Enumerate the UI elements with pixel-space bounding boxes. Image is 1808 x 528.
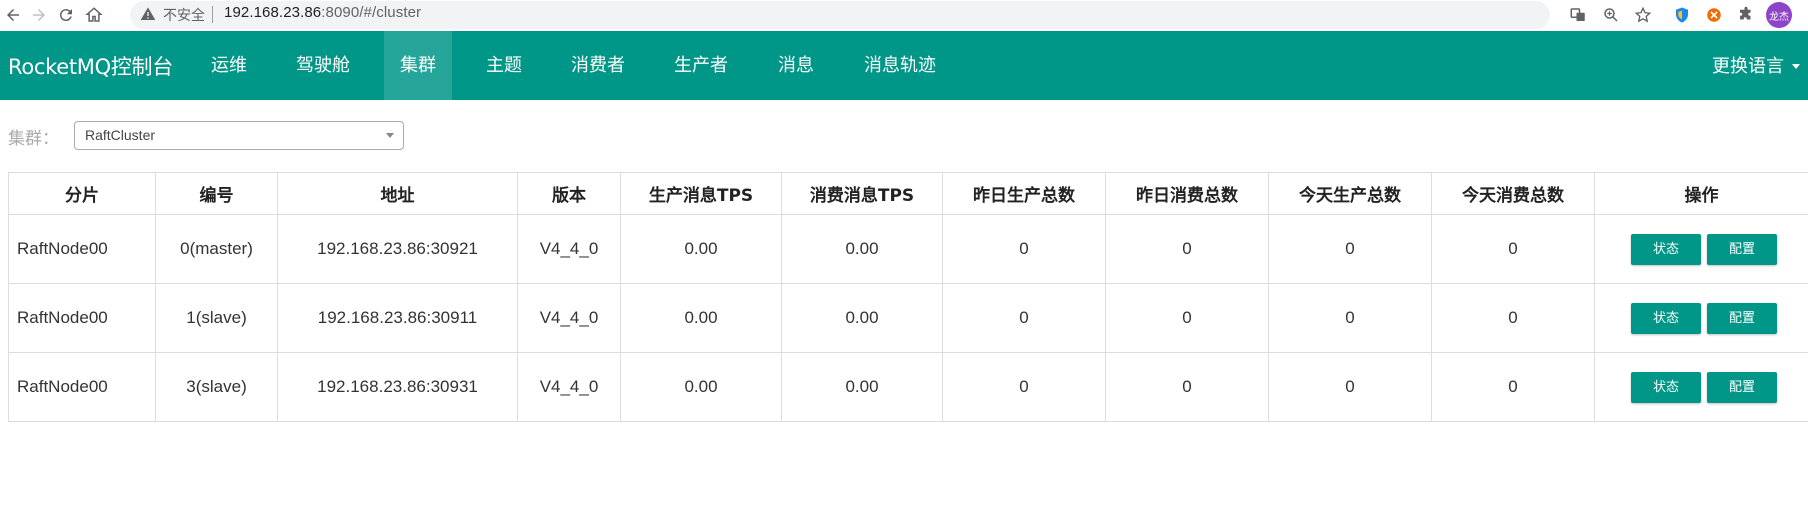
- url-path: :8090/#/cluster: [321, 4, 422, 21]
- url-separator: [212, 6, 213, 23]
- nav-item-cluster[interactable]: 集群: [384, 31, 452, 100]
- cluster-select[interactable]: RaftCluster: [74, 121, 404, 150]
- cluster-filter-label: 集群：: [8, 129, 59, 149]
- extension-shield-icon[interactable]: [1670, 3, 1694, 27]
- status-button[interactable]: 状态: [1631, 233, 1701, 265]
- translate-icon[interactable]: [1566, 3, 1590, 27]
- cell-yesterday-produce: 0: [942, 214, 1106, 284]
- column-header: 编号: [155, 172, 278, 215]
- broker-table: 分片 编号 地址 版本 生产消息TPS 消费消息TPS 昨日生产总数 昨日消费总…: [8, 172, 1808, 422]
- nav-item-dashboard[interactable]: 驾驶舱: [281, 31, 365, 100]
- cell-version: V4_4_0: [517, 352, 621, 422]
- nav-item-ops[interactable]: 运维: [195, 31, 263, 100]
- column-header: 昨日消费总数: [1105, 172, 1269, 215]
- cell-version: V4_4_0: [517, 214, 621, 284]
- cell-yesterday-consume: 0: [1105, 283, 1269, 353]
- column-header: 今天生产总数: [1268, 172, 1432, 215]
- dropdown-arrow-icon[interactable]: [386, 133, 394, 138]
- table-header-row: 分片 编号 地址 版本 生产消息TPS 消费消息TPS 昨日生产总数 昨日消费总…: [8, 172, 1808, 215]
- browser-toolbar: 不安全 192.168.23.86:8090/#/cluster 龙杰: [0, 0, 1808, 31]
- warning-icon[interactable]: [140, 6, 156, 22]
- reload-icon[interactable]: [53, 2, 79, 28]
- cell-consume-tps: 0.00: [781, 283, 943, 353]
- column-header: 分片: [8, 172, 156, 215]
- cell-yesterday-consume: 0: [1105, 352, 1269, 422]
- cluster-select-value: RaftCluster: [85, 127, 156, 143]
- column-header: 生产消息TPS: [620, 172, 782, 215]
- forward-icon[interactable]: [26, 2, 52, 28]
- column-header: 消费消息TPS: [781, 172, 943, 215]
- cell-id: 0(master): [155, 214, 278, 284]
- cell-produce-tps: 0.00: [620, 214, 782, 284]
- column-header: 昨日生产总数: [942, 172, 1106, 215]
- home-icon[interactable]: [81, 2, 107, 28]
- back-icon[interactable]: [0, 2, 26, 28]
- nav-item-message-trace[interactable]: 消息轨迹: [848, 31, 952, 100]
- bookmark-star-icon[interactable]: [1631, 3, 1655, 27]
- column-header: 操作: [1594, 172, 1808, 215]
- cell-yesterday-produce: 0: [942, 352, 1106, 422]
- cell-today-produce: 0: [1268, 352, 1432, 422]
- config-button[interactable]: 配置: [1707, 302, 1777, 334]
- cell-address: 192.168.23.86:30911: [277, 283, 518, 353]
- cell-address: 192.168.23.86:30931: [277, 352, 518, 422]
- url-text[interactable]: 192.168.23.86:8090/#/cluster: [224, 4, 421, 21]
- extensions-puzzle-icon[interactable]: [1734, 3, 1758, 27]
- nav-item-producer[interactable]: 生产者: [659, 31, 743, 100]
- status-button[interactable]: 状态: [1631, 302, 1701, 334]
- config-button[interactable]: 配置: [1707, 233, 1777, 265]
- cell-consume-tps: 0.00: [781, 352, 943, 422]
- nav-item-consumer[interactable]: 消费者: [556, 31, 640, 100]
- extension-block-icon[interactable]: [1702, 3, 1726, 27]
- zoom-icon[interactable]: [1599, 3, 1623, 27]
- cell-version: V4_4_0: [517, 283, 621, 353]
- cell-today-consume: 0: [1431, 214, 1595, 284]
- column-header: 地址: [277, 172, 518, 215]
- table-row: RaftNode00 3(slave) 192.168.23.86:30931 …: [8, 352, 1808, 422]
- cell-yesterday-produce: 0: [942, 283, 1106, 353]
- cell-consume-tps: 0.00: [781, 214, 943, 284]
- cell-operations: 状态 配置: [1594, 352, 1808, 422]
- cell-today-produce: 0: [1268, 283, 1432, 353]
- language-switcher[interactable]: 更换语言: [1712, 52, 1784, 78]
- config-button[interactable]: 配置: [1707, 371, 1777, 403]
- profile-avatar[interactable]: 龙杰: [1766, 2, 1792, 28]
- table-row: RaftNode00 1(slave) 192.168.23.86:30911 …: [8, 283, 1808, 353]
- cell-address: 192.168.23.86:30921: [277, 214, 518, 284]
- cell-today-produce: 0: [1268, 214, 1432, 284]
- cell-operations: 状态 配置: [1594, 214, 1808, 284]
- cell-shard: RaftNode00: [8, 283, 156, 353]
- table-row: RaftNode00 0(master) 192.168.23.86:30921…: [8, 214, 1808, 284]
- cell-yesterday-consume: 0: [1105, 214, 1269, 284]
- nav-item-message[interactable]: 消息: [762, 31, 830, 100]
- cell-shard: RaftNode00: [8, 352, 156, 422]
- column-header: 版本: [517, 172, 621, 215]
- insecure-label[interactable]: 不安全: [163, 5, 205, 25]
- cell-produce-tps: 0.00: [620, 283, 782, 353]
- cell-operations: 状态 配置: [1594, 283, 1808, 353]
- column-header: 今天消费总数: [1431, 172, 1595, 215]
- chevron-down-icon[interactable]: [1792, 64, 1800, 69]
- cell-id: 1(slave): [155, 283, 278, 353]
- cell-produce-tps: 0.00: [620, 352, 782, 422]
- brand-logo-text[interactable]: RocketMQ控制台: [8, 51, 173, 81]
- top-navbar: RocketMQ控制台 运维 驾驶舱 集群 主题 消费者 生产者 消息 消息轨迹…: [0, 31, 1808, 100]
- cell-id: 3(slave): [155, 352, 278, 422]
- cell-today-consume: 0: [1431, 352, 1595, 422]
- nav-item-topic[interactable]: 主题: [470, 31, 538, 100]
- cell-today-consume: 0: [1431, 283, 1595, 353]
- cell-shard: RaftNode00: [8, 214, 156, 284]
- url-host: 192.168.23.86: [224, 4, 322, 21]
- status-button[interactable]: 状态: [1631, 371, 1701, 403]
